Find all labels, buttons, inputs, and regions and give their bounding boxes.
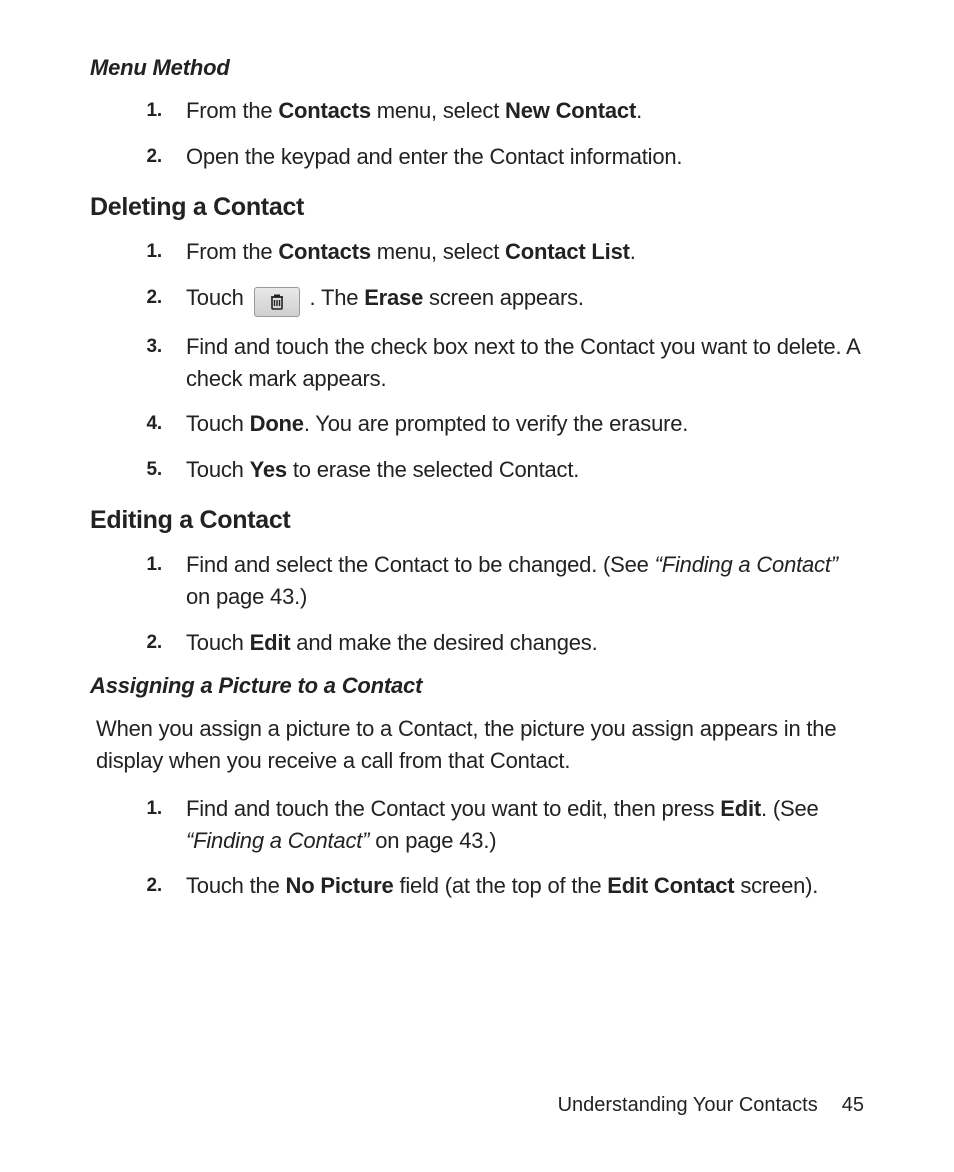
step-body: Find and select the Contact to be change… — [162, 549, 864, 613]
step-number: 2. — [126, 627, 162, 657]
list-item: 5. Touch Yes to erase the selected Conta… — [90, 454, 864, 486]
list-item: 1. From the Contacts menu, select New Co… — [90, 95, 864, 127]
step-number: 4. — [126, 408, 162, 438]
list-item: 2. Touch . The Erase screen appears. — [90, 282, 864, 317]
step-body: From the Contacts menu, select Contact L… — [162, 236, 864, 268]
subheading-assigning-picture: Assigning a Picture to a Contact — [90, 673, 864, 699]
step-body: From the Contacts menu, select New Conta… — [162, 95, 864, 127]
list-item: 2. Touch the No Picture field (at the to… — [90, 870, 864, 902]
footer-chapter: Understanding Your Contacts — [558, 1094, 818, 1116]
steps-menu-method: 1. From the Contacts menu, select New Co… — [90, 95, 864, 173]
step-body: Find and touch the Contact you want to e… — [162, 793, 864, 857]
list-item: 1. From the Contacts menu, select Contac… — [90, 236, 864, 268]
step-body: Touch Edit and make the desired changes. — [162, 627, 864, 659]
step-number: 1. — [126, 95, 162, 125]
step-number: 2. — [126, 282, 162, 312]
step-number: 2. — [126, 870, 162, 900]
step-body: Touch Yes to erase the selected Contact. — [162, 454, 864, 486]
step-body: Find and touch the check box next to the… — [162, 331, 864, 395]
manual-page: Menu Method 1. From the Contacts menu, s… — [0, 0, 954, 1172]
trash-icon — [254, 287, 300, 317]
step-body: Touch . The Erase screen appears. — [162, 282, 864, 317]
steps-editing-contact: 1. Find and select the Contact to be cha… — [90, 549, 864, 659]
list-item: 1. Find and touch the Contact you want t… — [90, 793, 864, 857]
list-item: 1. Find and select the Contact to be cha… — [90, 549, 864, 613]
step-number: 1. — [126, 236, 162, 266]
heading-deleting-contact: Deleting a Contact — [90, 193, 864, 222]
step-body: Touch the No Picture field (at the top o… — [162, 870, 864, 902]
list-item: 3. Find and touch the check box next to … — [90, 331, 864, 395]
heading-editing-contact: Editing a Contact — [90, 506, 864, 535]
list-item: 4. Touch Done. You are prompted to verif… — [90, 408, 864, 440]
step-number: 1. — [126, 793, 162, 823]
step-number: 3. — [126, 331, 162, 361]
step-body: Open the keypad and enter the Contact in… — [162, 141, 864, 173]
list-item: 2. Open the keypad and enter the Contact… — [90, 141, 864, 173]
subheading-menu-method: Menu Method — [90, 55, 864, 81]
step-number: 5. — [126, 454, 162, 484]
steps-assigning-picture: 1. Find and touch the Contact you want t… — [90, 793, 864, 903]
step-number: 1. — [126, 549, 162, 579]
step-number: 2. — [126, 141, 162, 171]
steps-deleting-contact: 1. From the Contacts menu, select Contac… — [90, 236, 864, 486]
step-body: Touch Done. You are prompted to verify t… — [162, 408, 864, 440]
paragraph: When you assign a picture to a Contact, … — [96, 713, 864, 777]
page-number: 45 — [842, 1094, 864, 1116]
list-item: 2. Touch Edit and make the desired chang… — [90, 627, 864, 659]
page-footer: Understanding Your Contacts 45 — [558, 1094, 864, 1117]
